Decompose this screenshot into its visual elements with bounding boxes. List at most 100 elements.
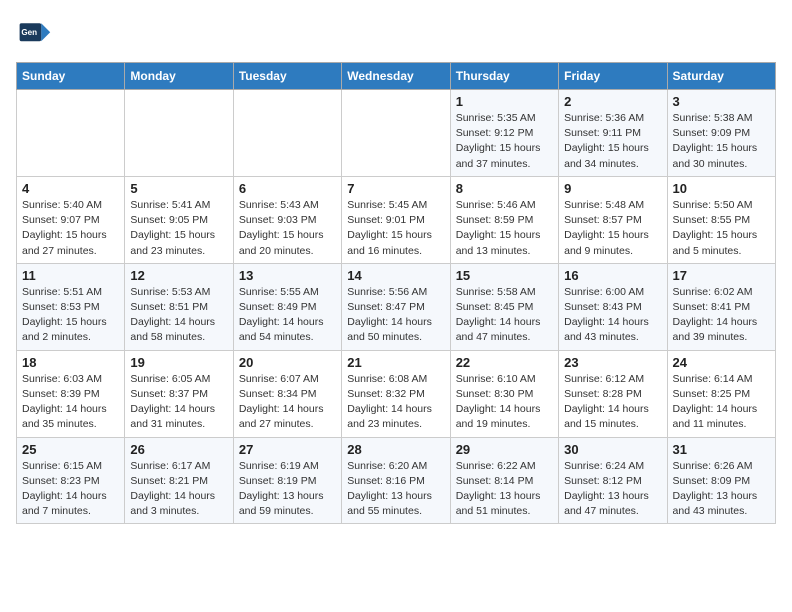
day-number: 10 xyxy=(673,181,770,196)
day-info: Sunrise: 6:14 AM Sunset: 8:25 PM Dayligh… xyxy=(673,372,770,433)
day-number: 1 xyxy=(456,94,553,109)
calendar-cell: 31 Sunrise: 6:26 AM Sunset: 8:09 PM Dayli… xyxy=(667,437,775,524)
day-info: Sunrise: 5:36 AM Sunset: 9:11 PM Dayligh… xyxy=(564,111,661,172)
calendar-cell: 27 Sunrise: 6:19 AM Sunset: 8:19 PM Dayli… xyxy=(233,437,341,524)
day-number: 25 xyxy=(22,442,119,457)
calendar-cell: 1 Sunrise: 5:35 AM Sunset: 9:12 PM Daylig… xyxy=(450,90,558,177)
day-number: 30 xyxy=(564,442,661,457)
calendar-cell: 13 Sunrise: 5:55 AM Sunset: 8:49 PM Dayli… xyxy=(233,263,341,350)
day-info: Sunrise: 6:17 AM Sunset: 8:21 PM Dayligh… xyxy=(130,459,227,520)
day-info: Sunrise: 6:26 AM Sunset: 8:09 PM Dayligh… xyxy=(673,459,770,520)
calendar-cell: 14Sunrise: 5:56 AM Sunset: 8:47 PM Dayli… xyxy=(342,263,450,350)
day-number: 12 xyxy=(130,268,227,283)
day-info: Sunrise: 6:22 AM Sunset: 8:14 PM Dayligh… xyxy=(456,459,553,520)
day-number: 22 xyxy=(456,355,553,370)
calendar-cell xyxy=(17,90,125,177)
page-header: Gen xyxy=(16,16,776,52)
day-info: Sunrise: 6:00 AM Sunset: 8:43 PM Dayligh… xyxy=(564,285,661,346)
day-info: Sunrise: 5:56 AM Sunset: 8:47 PM Dayligh… xyxy=(347,285,444,346)
calendar-cell: 11 Sunrise: 5:51 AM Sunset: 8:53 PM Dayli… xyxy=(17,263,125,350)
calendar-cell: 18Sunrise: 6:03 AM Sunset: 8:39 PM Dayli… xyxy=(17,350,125,437)
calendar-cell: 5 Sunrise: 5:41 AM Sunset: 9:05 PM Daylig… xyxy=(125,176,233,263)
day-number: 27 xyxy=(239,442,336,457)
calendar-cell: 6Sunrise: 5:43 AM Sunset: 9:03 PM Daylig… xyxy=(233,176,341,263)
day-number: 21 xyxy=(347,355,444,370)
day-number: 13 xyxy=(239,268,336,283)
day-info: Sunrise: 5:51 AM Sunset: 8:53 PM Dayligh… xyxy=(22,285,119,346)
col-header-wednesday: Wednesday xyxy=(342,63,450,90)
day-number: 17 xyxy=(673,268,770,283)
day-number: 2 xyxy=(564,94,661,109)
day-number: 31 xyxy=(673,442,770,457)
day-info: Sunrise: 5:46 AM Sunset: 8:59 PM Dayligh… xyxy=(456,198,553,259)
day-number: 11 xyxy=(22,268,119,283)
day-number: 9 xyxy=(564,181,661,196)
calendar-cell: 26 Sunrise: 6:17 AM Sunset: 8:21 PM Dayli… xyxy=(125,437,233,524)
day-info: Sunrise: 5:41 AM Sunset: 9:05 PM Dayligh… xyxy=(130,198,227,259)
day-number: 29 xyxy=(456,442,553,457)
logo: Gen xyxy=(16,16,56,52)
calendar-table: SundayMondayTuesdayWednesdayThursdayFrid… xyxy=(16,62,776,524)
day-number: 23 xyxy=(564,355,661,370)
day-info: Sunrise: 5:48 AM Sunset: 8:57 PM Dayligh… xyxy=(564,198,661,259)
calendar-cell: 16 Sunrise: 6:00 AM Sunset: 8:43 PM Dayli… xyxy=(559,263,667,350)
day-number: 5 xyxy=(130,181,227,196)
day-info: Sunrise: 5:58 AM Sunset: 8:45 PM Dayligh… xyxy=(456,285,553,346)
calendar-cell: 30 Sunrise: 6:24 AM Sunset: 8:12 PM Dayli… xyxy=(559,437,667,524)
calendar-cell: 4Sunrise: 5:40 AM Sunset: 9:07 PM Daylig… xyxy=(17,176,125,263)
day-info: Sunrise: 6:12 AM Sunset: 8:28 PM Dayligh… xyxy=(564,372,661,433)
day-number: 8 xyxy=(456,181,553,196)
calendar-week-3: 11 Sunrise: 5:51 AM Sunset: 8:53 PM Dayli… xyxy=(17,263,776,350)
day-info: Sunrise: 6:05 AM Sunset: 8:37 PM Dayligh… xyxy=(130,372,227,433)
day-number: 3 xyxy=(673,94,770,109)
calendar-cell: 22 Sunrise: 6:10 AM Sunset: 8:30 PM Dayli… xyxy=(450,350,558,437)
day-info: Sunrise: 5:45 AM Sunset: 9:01 PM Dayligh… xyxy=(347,198,444,259)
col-header-thursday: Thursday xyxy=(450,63,558,90)
day-info: Sunrise: 6:15 AM Sunset: 8:23 PM Dayligh… xyxy=(22,459,119,520)
day-info: Sunrise: 5:50 AM Sunset: 8:55 PM Dayligh… xyxy=(673,198,770,259)
day-number: 4 xyxy=(22,181,119,196)
calendar-cell: 19 Sunrise: 6:05 AM Sunset: 8:37 PM Dayli… xyxy=(125,350,233,437)
calendar-cell xyxy=(342,90,450,177)
col-header-sunday: Sunday xyxy=(17,63,125,90)
calendar-week-1: 1 Sunrise: 5:35 AM Sunset: 9:12 PM Daylig… xyxy=(17,90,776,177)
day-info: Sunrise: 5:35 AM Sunset: 9:12 PM Dayligh… xyxy=(456,111,553,172)
calendar-cell: 10 Sunrise: 5:50 AM Sunset: 8:55 PM Dayli… xyxy=(667,176,775,263)
day-info: Sunrise: 6:10 AM Sunset: 8:30 PM Dayligh… xyxy=(456,372,553,433)
calendar-cell: 12 Sunrise: 5:53 AM Sunset: 8:51 PM Dayli… xyxy=(125,263,233,350)
day-number: 20 xyxy=(239,355,336,370)
day-number: 7 xyxy=(347,181,444,196)
calendar-cell: 7 Sunrise: 5:45 AM Sunset: 9:01 PM Daylig… xyxy=(342,176,450,263)
calendar-week-2: 4Sunrise: 5:40 AM Sunset: 9:07 PM Daylig… xyxy=(17,176,776,263)
day-info: Sunrise: 6:24 AM Sunset: 8:12 PM Dayligh… xyxy=(564,459,661,520)
logo-icon: Gen xyxy=(16,16,52,52)
calendar-cell xyxy=(233,90,341,177)
calendar-cell: 2 Sunrise: 5:36 AM Sunset: 9:11 PM Daylig… xyxy=(559,90,667,177)
day-number: 16 xyxy=(564,268,661,283)
col-header-monday: Monday xyxy=(125,63,233,90)
col-header-saturday: Saturday xyxy=(667,63,775,90)
calendar-cell: 17Sunrise: 6:02 AM Sunset: 8:41 PM Dayli… xyxy=(667,263,775,350)
calendar-week-4: 18Sunrise: 6:03 AM Sunset: 8:39 PM Dayli… xyxy=(17,350,776,437)
day-number: 15 xyxy=(456,268,553,283)
svg-text:Gen: Gen xyxy=(21,28,37,37)
col-header-friday: Friday xyxy=(559,63,667,90)
calendar-cell: 28Sunrise: 6:20 AM Sunset: 8:16 PM Dayli… xyxy=(342,437,450,524)
day-number: 6 xyxy=(239,181,336,196)
day-number: 26 xyxy=(130,442,227,457)
calendar-cell: 9 Sunrise: 5:48 AM Sunset: 8:57 PM Daylig… xyxy=(559,176,667,263)
day-info: Sunrise: 6:20 AM Sunset: 8:16 PM Dayligh… xyxy=(347,459,444,520)
day-info: Sunrise: 5:55 AM Sunset: 8:49 PM Dayligh… xyxy=(239,285,336,346)
day-number: 19 xyxy=(130,355,227,370)
calendar-cell xyxy=(125,90,233,177)
calendar-cell: 20 Sunrise: 6:07 AM Sunset: 8:34 PM Dayli… xyxy=(233,350,341,437)
day-info: Sunrise: 5:53 AM Sunset: 8:51 PM Dayligh… xyxy=(130,285,227,346)
calendar-cell: 24 Sunrise: 6:14 AM Sunset: 8:25 PM Dayli… xyxy=(667,350,775,437)
day-info: Sunrise: 6:19 AM Sunset: 8:19 PM Dayligh… xyxy=(239,459,336,520)
day-info: Sunrise: 6:08 AM Sunset: 8:32 PM Dayligh… xyxy=(347,372,444,433)
calendar-cell: 21 Sunrise: 6:08 AM Sunset: 8:32 PM Dayli… xyxy=(342,350,450,437)
day-number: 24 xyxy=(673,355,770,370)
calendar-week-5: 25 Sunrise: 6:15 AM Sunset: 8:23 PM Dayli… xyxy=(17,437,776,524)
calendar-cell: 29 Sunrise: 6:22 AM Sunset: 8:14 PM Dayli… xyxy=(450,437,558,524)
day-info: Sunrise: 6:07 AM Sunset: 8:34 PM Dayligh… xyxy=(239,372,336,433)
